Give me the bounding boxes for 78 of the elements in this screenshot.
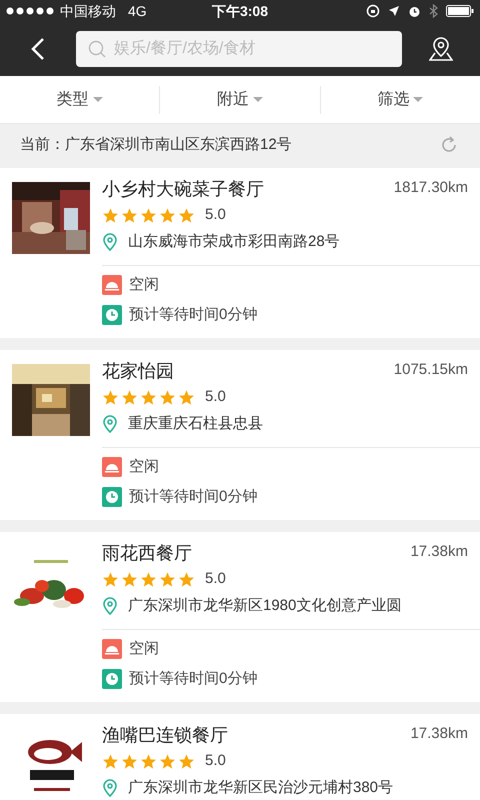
star-icon (140, 388, 157, 406)
restaurant-name: 小乡村大碗菜子餐厅 (102, 178, 265, 201)
star-icon (121, 388, 138, 406)
restaurant-card[interactable]: 花家怡园 1075.15km 5.0 重庆重庆石柱县忠县 空闲 预计等待时间0分钟 (0, 350, 480, 520)
address-text: 山东威海市荣成市彩田南路28号 (128, 232, 340, 252)
restaurant-name: 雨花西餐厅 (102, 542, 193, 565)
battery-icon (446, 5, 474, 17)
filter-dropdown[interactable]: 筛选 (320, 76, 480, 123)
dish-cover-icon (102, 457, 122, 477)
filter-dropdown[interactable]: 类型 (0, 76, 160, 123)
clock-icon (102, 305, 122, 325)
clock-icon (102, 487, 122, 507)
clock-icon (102, 669, 122, 689)
address-text: 广东深圳市龙华新区1980文化创意产业圆 (128, 596, 402, 616)
location-pin-icon (102, 414, 118, 433)
star-icon (102, 388, 119, 406)
restaurant-name: 渔嘴巴连锁餐厅 (102, 724, 229, 747)
caret-icon (252, 96, 263, 102)
signal-icon (6, 7, 56, 15)
star-icon (159, 206, 176, 224)
status-text: 空闲 (129, 456, 159, 477)
star-icon (102, 570, 119, 588)
bluetooth-icon (429, 4, 438, 18)
distance-text: 17.38km (410, 724, 468, 744)
star-icon (159, 388, 176, 406)
network-text: 4G (128, 2, 147, 20)
caret-icon (92, 96, 103, 102)
wait-time-text: 预计等待时间0分钟 (129, 304, 258, 325)
star-icon (140, 570, 157, 588)
status-text: 空闲 (129, 274, 159, 295)
wait-time-text: 预计等待时间0分钟 (129, 668, 258, 689)
current-location-text: 当前：广东省深圳市南山区东滨西路12号 (20, 134, 293, 155)
address-text: 重庆重庆石柱县忠县 (128, 414, 263, 434)
distance-text: 1817.30km (394, 178, 468, 198)
star-icon (178, 388, 195, 406)
star-icon (178, 752, 195, 770)
star-icon (121, 570, 138, 588)
star-icon (159, 570, 176, 588)
location-pin-icon (102, 778, 118, 797)
star-icon (121, 752, 138, 770)
refresh-icon (439, 135, 459, 155)
map-location-button[interactable] (428, 34, 454, 64)
address-text: 广东深圳市龙华新区民治沙元埔村380号 (128, 778, 394, 798)
star-icon (140, 752, 157, 770)
search-field[interactable]: 娱乐/餐厅/农场/食材 (76, 31, 402, 67)
star-icon (178, 206, 195, 224)
caret-icon (413, 96, 424, 102)
map-pin-icon (429, 36, 453, 62)
restaurant-name: 花家怡园 (102, 360, 175, 383)
rating-text: 5.0 (205, 387, 226, 407)
dish-cover-icon (102, 639, 122, 659)
location-pin-icon (102, 232, 118, 251)
location-arrow-icon (388, 5, 400, 17)
clock-time: 下午3:08 (212, 2, 268, 20)
star-icon (140, 206, 157, 224)
star-icon (102, 752, 119, 770)
rating-text: 5.0 (205, 751, 226, 771)
restaurant-card[interactable]: 雨花西餐厅 17.38km 5.0 广东深圳市龙华新区1980文化创意产业圆 空闲 预计等待时间0分钟 (0, 532, 480, 702)
rating-text: 5.0 (205, 569, 226, 589)
distance-text: 1075.15km (394, 360, 468, 380)
filter-dropdown[interactable]: 附近 (160, 76, 320, 123)
star-icon (102, 206, 119, 224)
dish-cover-icon (102, 275, 122, 295)
wait-time-text: 预计等待时间0分钟 (129, 486, 258, 507)
location-pin-icon (102, 596, 118, 615)
back-icon (31, 37, 45, 61)
star-icon (159, 752, 176, 770)
star-icon (121, 206, 138, 224)
status-text: 空闲 (129, 638, 159, 659)
rating-text: 5.0 (205, 205, 226, 225)
restaurant-card[interactable]: 小乡村大碗菜子餐厅 1817.30km 5.0 山东威海市荣成市彩田南路28号 空闲 预计等待时间0分钟 (0, 168, 480, 338)
star-icon (178, 570, 195, 588)
rotation-lock-icon (366, 4, 380, 18)
alarm-icon (408, 4, 421, 18)
search-icon (88, 40, 106, 58)
carrier-text: 中国移动 (60, 2, 116, 20)
distance-text: 17.38km (410, 542, 468, 562)
restaurant-card[interactable]: 渔嘴巴连锁餐厅 17.38km 5.0 广东深圳市龙华新区民治沙元埔村380号 (0, 714, 480, 800)
